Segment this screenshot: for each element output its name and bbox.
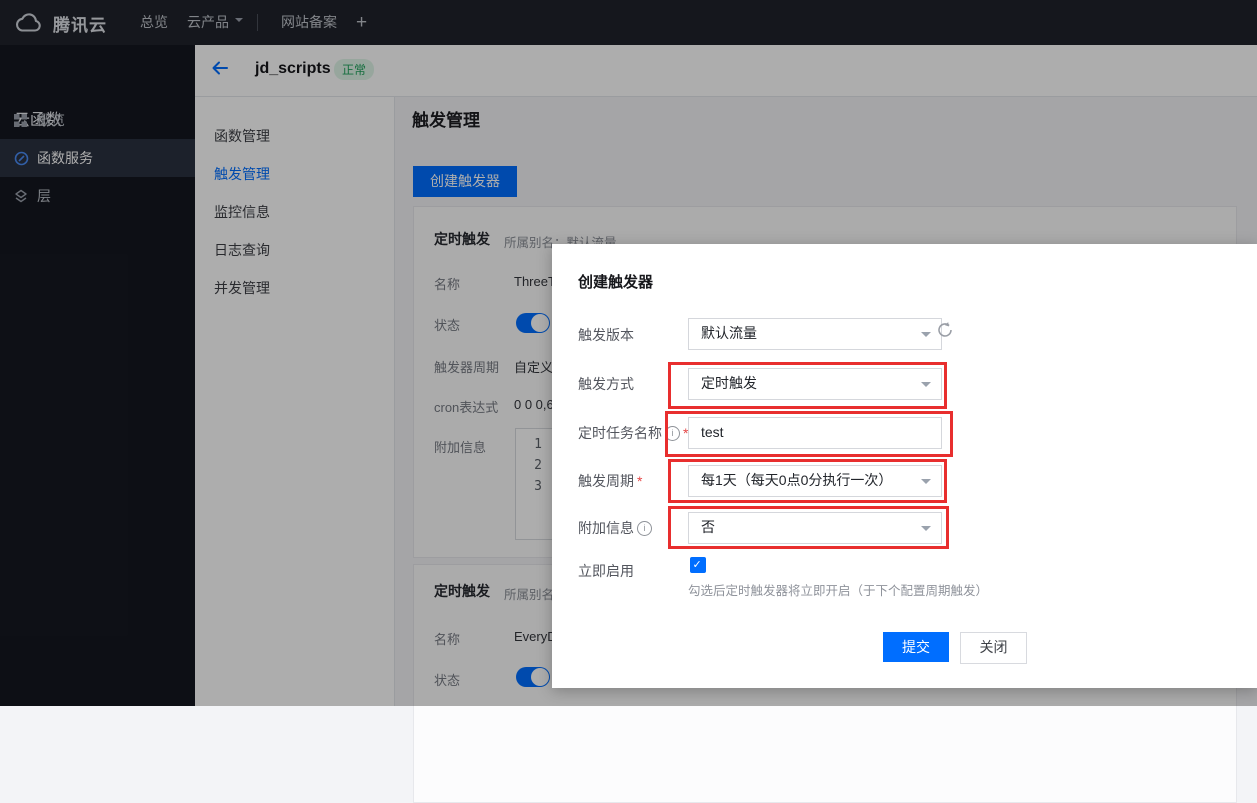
method-select-value: 定时触发: [701, 375, 757, 391]
task-name-label: 定时任务名称 *: [578, 423, 688, 443]
extra-label: 附加信息: [578, 518, 652, 538]
submit-button[interactable]: 提交: [883, 632, 949, 662]
method-select[interactable]: 定时触发: [688, 368, 942, 400]
info-icon[interactable]: [665, 426, 680, 441]
method-label: 触发方式: [578, 374, 634, 394]
close-button[interactable]: 关闭: [960, 632, 1027, 664]
version-select-value: 默认流量: [701, 325, 757, 341]
cycle-select[interactable]: 每1天（每天0点0分执行一次）: [688, 465, 942, 497]
refresh-icon[interactable]: [936, 321, 954, 344]
modal-title: 创建触发器: [578, 271, 653, 292]
enable-hint: 勾选后定时触发器将立即开启（于下个配置周期触发）: [688, 580, 988, 599]
enable-checkbox[interactable]: [690, 557, 706, 573]
required-asterisk: *: [637, 473, 642, 489]
version-select[interactable]: 默认流量: [688, 318, 942, 350]
extra-select-value: 否: [701, 519, 715, 535]
enable-label: 立即启用: [578, 561, 634, 581]
version-label: 触发版本: [578, 325, 634, 345]
info-icon[interactable]: [637, 521, 652, 536]
task-name-input[interactable]: test: [688, 417, 942, 449]
cycle-label: 触发周期 *: [578, 471, 642, 491]
extra-select[interactable]: 否: [688, 512, 942, 544]
create-trigger-modal: 创建触发器 触发版本 默认流量 触发方式 定时触发 定时任务名称 * test …: [552, 244, 1257, 688]
cycle-select-value: 每1天（每天0点0分执行一次）: [701, 472, 892, 488]
